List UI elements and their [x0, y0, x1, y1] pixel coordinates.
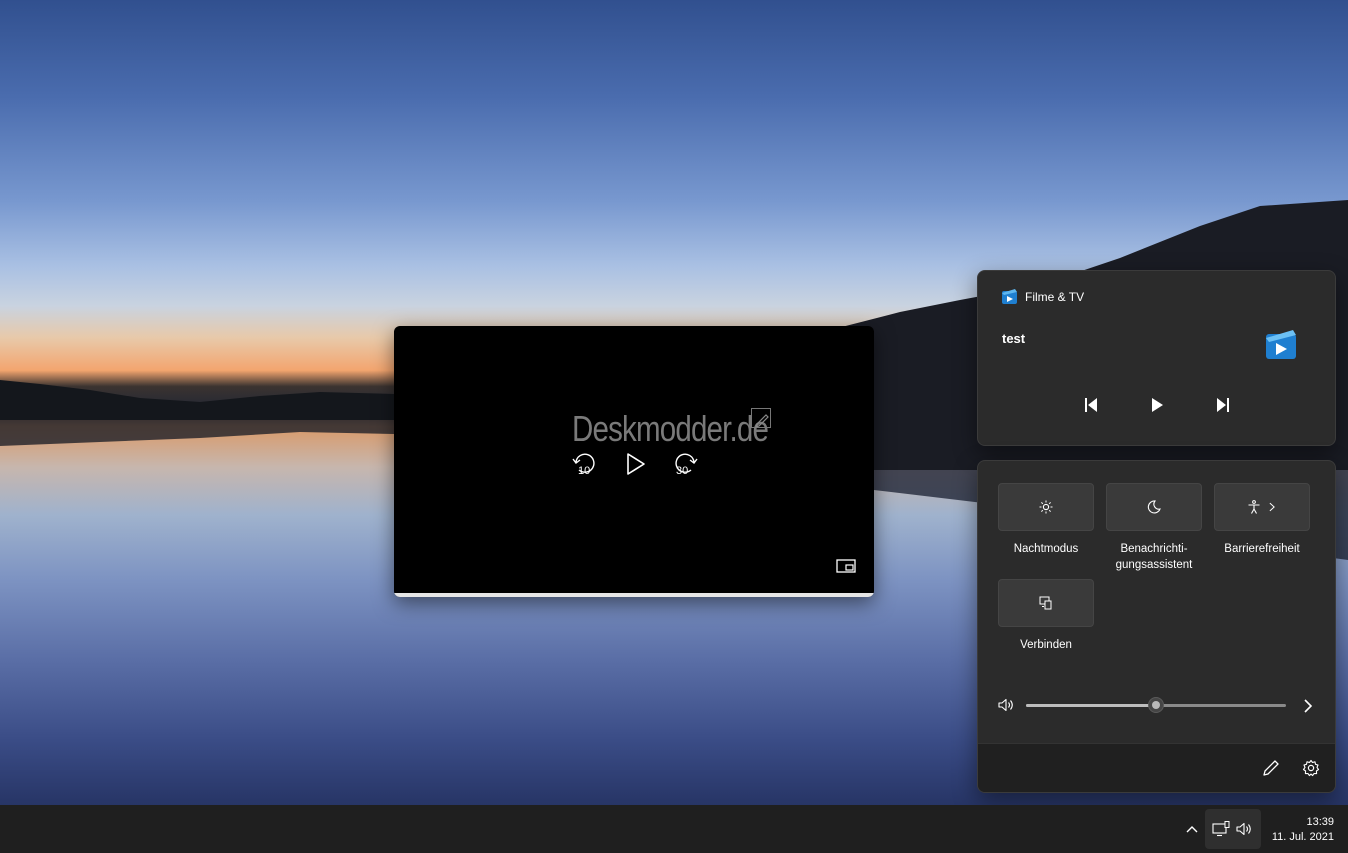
connect-toggle[interactable] — [998, 579, 1094, 627]
quick-settings-footer — [978, 743, 1335, 792]
moon-icon — [1147, 500, 1161, 514]
focus-assist-toggle[interactable] — [1106, 483, 1202, 531]
play-button[interactable] — [620, 450, 650, 478]
video-progress-bar[interactable] — [394, 593, 874, 597]
cast-icon — [1039, 596, 1052, 610]
tile-accessibility[interactable]: Barrierefreiheit — [1214, 483, 1310, 557]
taskbar: 13:39 11. Jul. 2021 — [0, 805, 1348, 853]
chevron-up-icon[interactable] — [1184, 821, 1200, 837]
skip-forward-button[interactable]: 30 — [670, 450, 700, 478]
pencil-icon — [1263, 760, 1279, 776]
media-play-button[interactable] — [1147, 395, 1167, 415]
previous-track-button[interactable] — [1081, 395, 1101, 415]
watermark-text: Deskmodder.de — [572, 408, 769, 449]
video-player-window[interactable]: Deskmodder.de 10 30 — [394, 326, 874, 597]
volume-fill — [1026, 704, 1156, 707]
night-light-toggle[interactable] — [998, 483, 1094, 531]
gear-icon — [1302, 759, 1320, 777]
skip-back-button[interactable]: 10 — [570, 450, 600, 478]
media-control-flyout: Filme & TV test — [977, 270, 1336, 446]
media-app-header: Filme & TV — [1002, 289, 1084, 304]
volume-slider[interactable] — [1026, 697, 1286, 713]
tile-focus-assist[interactable]: Benachrichti- gungsassistent — [1106, 483, 1202, 573]
tile-connect[interactable]: Verbinden — [998, 579, 1094, 653]
tile-night-light[interactable]: Nachtmodus — [998, 483, 1094, 557]
accessibility-icon — [1248, 500, 1260, 514]
next-track-button[interactable] — [1213, 395, 1233, 415]
edit-quick-settings-button[interactable] — [1261, 758, 1281, 778]
volume-icon — [1236, 822, 1251, 836]
media-thumbnail-icon — [1266, 330, 1296, 359]
skip-back-label: 10 — [578, 465, 590, 477]
speaker-icon[interactable] — [998, 698, 1014, 712]
audio-output-chevron-icon[interactable] — [1301, 698, 1315, 714]
track-title: test — [1002, 331, 1026, 346]
volume-slider-thumb[interactable] — [1148, 697, 1164, 713]
clock-date: 11. Jul. 2021 — [1271, 831, 1334, 843]
network-icon — [1212, 821, 1230, 837]
brightness-icon — [1039, 500, 1053, 514]
mini-view-button[interactable] — [836, 559, 856, 573]
settings-button[interactable] — [1301, 758, 1321, 778]
clock-time: 13:39 — [1306, 816, 1334, 828]
movies-tv-app-icon — [1002, 289, 1017, 304]
accessibility-toggle[interactable] — [1214, 483, 1310, 531]
watermark-pen-icon — [751, 408, 771, 428]
quick-settings-flyout: Nachtmodus Benachrichti- gungsassistent … — [977, 460, 1336, 793]
skip-forward-label: 30 — [676, 465, 688, 477]
system-tray-quick-settings[interactable] — [1205, 809, 1261, 849]
chevron-right-icon — [1269, 502, 1275, 512]
taskbar-clock[interactable]: 13:39 11. Jul. 2021 — [1264, 815, 1334, 845]
tile-label: Benachrichti- gungsassistent — [1115, 543, 1193, 571]
media-app-name: Filme & TV — [1025, 289, 1085, 304]
tile-label: Nachtmodus — [1013, 543, 1079, 555]
tile-label: Verbinden — [1020, 639, 1072, 651]
tile-label: Barrierefreiheit — [1224, 543, 1300, 555]
